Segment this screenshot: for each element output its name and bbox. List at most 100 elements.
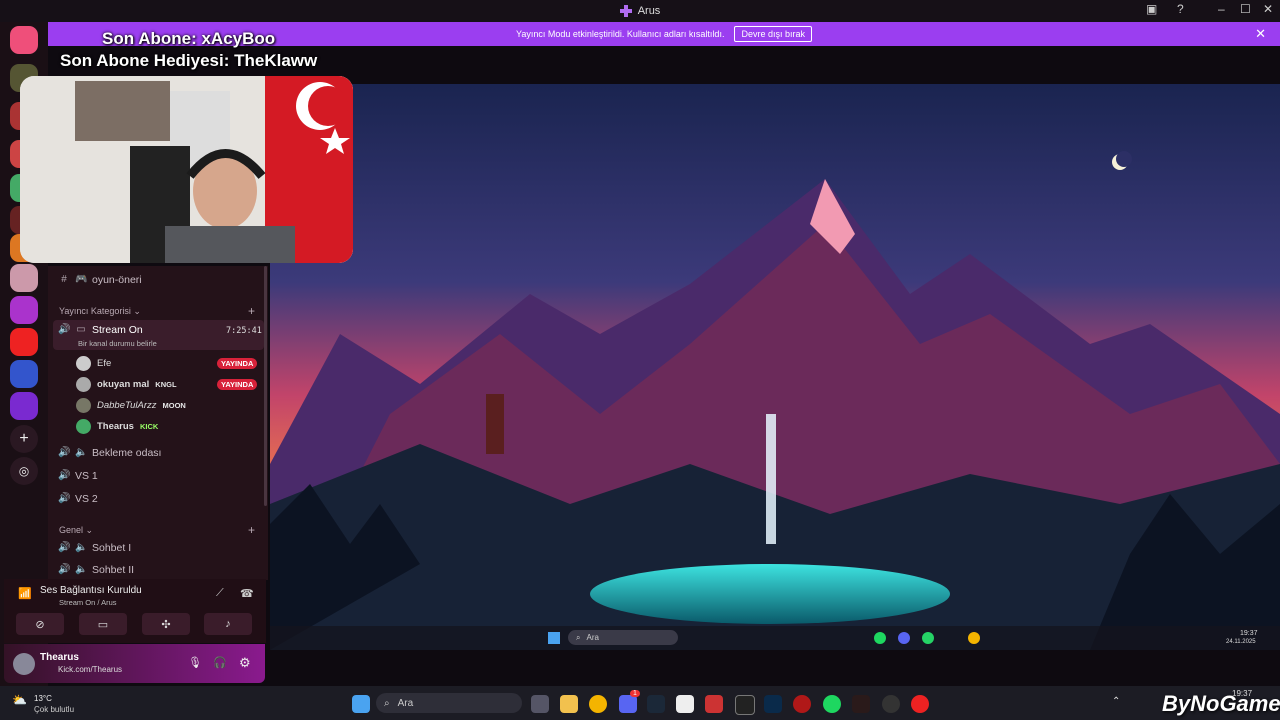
weather-temp[interactable]: 13°C: [34, 694, 52, 703]
voice-status-subtitle[interactable]: Stream On / Arus: [59, 598, 117, 607]
user-tag: MOON: [162, 401, 186, 410]
voice-channel-vs2[interactable]: 🔊 VS 2: [58, 493, 98, 505]
voice-connection-panel: 📶 Ses Bağlantısı Kuruldu Stream On / Aru…: [4, 579, 266, 643]
chrome-icon[interactable]: [589, 695, 607, 713]
spotify-icon[interactable]: [823, 695, 841, 713]
app-icon[interactable]: [705, 695, 723, 713]
app-logo-icon: [619, 5, 632, 17]
speaker-icon: 🔊: [58, 470, 71, 481]
chevron-down-icon: ⌄: [85, 525, 94, 535]
voice-channel-sohbet1[interactable]: 🔊 🔈 Sohbet I: [58, 542, 131, 554]
weather-desc[interactable]: Çok bulutlu: [34, 705, 74, 714]
maximize-button[interactable]: ☐: [1240, 2, 1251, 16]
add-channel-icon[interactable]: +: [248, 523, 255, 537]
help-icon[interactable]: ?: [1177, 2, 1184, 16]
server-icon[interactable]: [10, 328, 38, 356]
disconnect-icon[interactable]: ☎: [240, 587, 254, 600]
app-title-bar: Arus ▣ ? – ☐ ✕: [0, 0, 1280, 22]
camera-off-button[interactable]: ⊘: [16, 613, 64, 635]
photoshop-icon[interactable]: [764, 695, 782, 713]
voice-user[interactable]: DabbeTulArzz MOON: [76, 398, 186, 413]
webcam-image: [20, 76, 353, 263]
valorant-icon[interactable]: [852, 695, 870, 713]
soundboard-button[interactable]: ♪: [204, 613, 252, 635]
voice-user[interactable]: Efe: [76, 356, 111, 371]
discord-icon[interactable]: [619, 695, 637, 713]
screen-share-button[interactable]: ▭: [79, 613, 127, 635]
category-yayinci[interactable]: Yayıncı Kategorisi ⌄: [59, 306, 141, 317]
shared-clock-time: 19:37: [1240, 630, 1258, 637]
add-server-icon[interactable]: +: [10, 425, 38, 453]
task-view-icon[interactable]: [531, 695, 549, 713]
server-icon[interactable]: [10, 264, 38, 292]
speaker-icon: 🔊: [58, 542, 71, 553]
user-panel: Thearus Kick.com/Thearus 🎙 🎧 ⚙: [4, 644, 265, 683]
text-channel-oyun-oneri[interactable]: # 🎮 oyun-öneri: [58, 274, 141, 286]
category-label: Yayıncı Kategorisi: [59, 306, 131, 316]
activities-button[interactable]: ✣: [142, 613, 190, 635]
tray-chevron-icon[interactable]: ⌃: [1112, 696, 1120, 707]
user-panel-status[interactable]: Kick.com/Thearus: [58, 665, 122, 674]
voice-channel-sohbet2[interactable]: 🔊 🔈 Sohbet II: [58, 564, 134, 576]
current-server-icon[interactable]: [10, 392, 38, 420]
microphone-icon[interactable]: 🎙: [188, 656, 202, 669]
windows-start-icon[interactable]: [352, 695, 370, 713]
monitor-icon: ▭: [76, 324, 86, 335]
taskbar-search-label: Ara: [397, 697, 414, 709]
server-icon[interactable]: [10, 296, 38, 324]
last-subscriber-text: Son Abone: xAcyBoo: [102, 29, 276, 48]
game-launcher-icon[interactable]: [793, 695, 811, 713]
mountain-landscape-image: [270, 84, 1280, 650]
user-name: Thearus: [97, 421, 134, 432]
channel-list-scrollbar[interactable]: [264, 266, 267, 506]
voice-channel-bekleme[interactable]: 🔊 🔈 Bekleme odası: [58, 447, 161, 459]
chrome-icon: [968, 632, 980, 644]
user-tag: KICK: [139, 422, 159, 431]
webcam-overlay: [20, 76, 353, 263]
weather-icon[interactable]: ⛅: [12, 693, 27, 707]
voice-channel-vs1[interactable]: 🔊 VS 1: [58, 470, 98, 482]
inbox-icon[interactable]: ▣: [1146, 2, 1157, 16]
voice-status-title[interactable]: Ses Bağlantısı Kuruldu: [40, 585, 142, 596]
home-dm-button[interactable]: [10, 26, 38, 54]
shared-screen-taskbar: ⌕ Ara 19:37 24.11.2025: [270, 626, 1280, 650]
close-button[interactable]: ✕: [1263, 2, 1273, 16]
windows-start-icon: [548, 632, 560, 644]
avatar: [76, 398, 91, 413]
speaker-icon: 🔊: [58, 324, 71, 335]
category-genel[interactable]: Genel ⌄: [59, 525, 93, 536]
voice-user[interactable]: okuyan mal KNGL: [76, 377, 177, 392]
speaker-icon: 🔊: [58, 564, 71, 575]
taskbar-search-box[interactable]: ⌕ Ara: [376, 693, 522, 713]
discord-icon: [898, 632, 910, 644]
channel-status-hint[interactable]: Bir kanal durumu belirle: [78, 339, 157, 348]
obs-icon[interactable]: [882, 695, 900, 713]
user-panel-name[interactable]: Thearus: [40, 652, 79, 663]
live-badge: YAYINDA: [217, 379, 258, 390]
steam-icon[interactable]: [647, 695, 665, 713]
avatar[interactable]: [13, 653, 35, 675]
disable-streamer-mode-button[interactable]: Devre dışı bırak: [734, 26, 812, 42]
add-channel-icon[interactable]: +: [248, 304, 255, 318]
banner-close-icon[interactable]: ✕: [1255, 26, 1266, 42]
headphones-icon[interactable]: 🎧: [213, 656, 227, 669]
file-explorer-icon[interactable]: [560, 695, 578, 713]
server-icon[interactable]: [10, 360, 38, 388]
noise-suppression-icon[interactable]: ⟋: [216, 587, 224, 600]
voice-user[interactable]: Thearus KICK: [76, 419, 158, 434]
channel-name: Sohbet I: [92, 542, 132, 554]
epic-games-icon[interactable]: [735, 695, 755, 715]
discover-icon[interactable]: ◎: [10, 457, 38, 485]
capcut-icon[interactable]: [676, 695, 694, 713]
speaker-icon: 🔈: [75, 542, 88, 553]
voice-channel-stream-on-label[interactable]: 🔊 ▭ Stream On: [58, 324, 143, 336]
channel-name: Bekleme odası: [92, 447, 162, 459]
settings-gear-icon[interactable]: ⚙: [239, 655, 251, 671]
minimize-button[interactable]: –: [1218, 2, 1225, 16]
opera-icon[interactable]: [911, 695, 929, 713]
channel-name: VS 2: [75, 493, 98, 505]
speaker-icon: 🔈: [75, 447, 88, 458]
last-gift-subscriber-text: Son Abone Hediyesi: TheKlaww: [60, 51, 318, 70]
category-label: Genel: [59, 525, 84, 535]
chevron-down-icon: ⌄: [133, 306, 141, 316]
